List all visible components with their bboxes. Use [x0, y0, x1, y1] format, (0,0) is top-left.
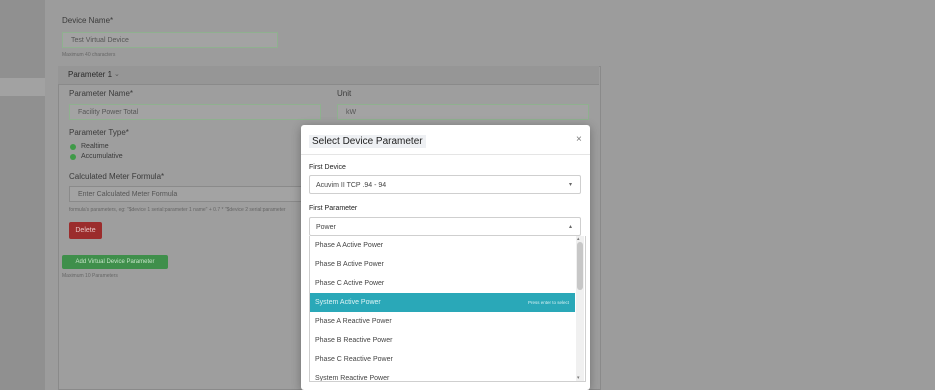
first-device-label: First Device	[309, 164, 346, 171]
press-enter-hint: Press enter to select	[527, 300, 569, 305]
scroll-down-icon[interactable]: ▾	[577, 375, 580, 381]
device-name-hint: Maximum 40 characters	[62, 52, 116, 58]
chevron-up-icon: ▴	[568, 224, 572, 230]
first-parameter-select[interactable]: Power ▴	[309, 217, 581, 236]
formula-hint: formula's parameters, eg: "$device 1 ser…	[69, 207, 286, 213]
chevron-down-icon[interactable]: ⌄	[114, 70, 120, 78]
list-item[interactable]: Phase A Active Power	[310, 236, 575, 255]
chevron-down-icon: ▾	[568, 182, 572, 188]
device-name-label: Device Name*	[62, 16, 114, 25]
parameter-dropdown-list: Phase A Active Power Phase B Active Powe…	[309, 236, 586, 382]
radio-accumulative-label: Accumulative	[81, 153, 123, 160]
radio-realtime[interactable]	[70, 144, 76, 150]
unit-input[interactable]: kW	[337, 104, 589, 120]
parameter-header-label: Parameter 1	[68, 70, 113, 79]
list-item[interactable]: Phase C Reactive Power	[310, 350, 575, 369]
modal-divider	[301, 154, 590, 155]
list-item[interactable]: Phase A Reactive Power	[310, 312, 575, 331]
parameter-type-label: Parameter Type*	[69, 128, 129, 137]
first-device-select[interactable]: Acuvim II TCP .94 - 94 ▾	[309, 175, 581, 194]
parameter-panel-header[interactable]: Parameter 1 ⌄	[58, 66, 599, 85]
radio-realtime-label: Realtime	[81, 143, 109, 150]
close-icon[interactable]: ×	[576, 134, 582, 145]
unit-label: Unit	[337, 89, 352, 98]
parameter-name-input[interactable]: Facility Power Total	[69, 104, 321, 120]
list-item-label: System Active Power	[315, 299, 381, 306]
add-parameter-button[interactable]: Add Virtual Device Parameter	[62, 255, 168, 269]
list-item[interactable]: Phase B Active Power	[310, 255, 575, 274]
select-device-parameter-modal: Select Device Parameter × First Device A…	[301, 125, 590, 390]
formula-label: Calculated Meter Formula*	[69, 172, 165, 181]
first-device-value: Acuvim II TCP .94 - 94	[316, 182, 387, 189]
list-item[interactable]: System Reactive Power	[310, 369, 575, 381]
scrollbar-thumb[interactable]	[577, 242, 583, 290]
first-parameter-label: First Parameter	[309, 205, 358, 212]
parameter-name-label: Parameter Name*	[69, 89, 134, 98]
delete-button[interactable]: Delete	[69, 222, 102, 239]
list-item[interactable]: Phase C Active Power	[310, 274, 575, 293]
list-item-selected[interactable]: System Active Power Press enter to selec…	[310, 293, 575, 312]
device-name-input[interactable]: Test Virtual Device	[62, 32, 278, 48]
sidebar	[0, 0, 45, 390]
list-item[interactable]: Phase B Reactive Power	[310, 331, 575, 350]
radio-accumulative[interactable]	[70, 154, 76, 160]
dropdown-scrollbar[interactable]: ▴ ▾	[576, 236, 584, 381]
formula-input[interactable]: Enter Calculated Meter Formula	[69, 186, 305, 202]
sidebar-nav-item[interactable]	[0, 78, 45, 96]
add-parameter-hint: Maximum 10 Parameters	[62, 273, 118, 279]
first-parameter-value: Power	[316, 224, 336, 231]
modal-title: Select Device Parameter	[309, 135, 426, 148]
